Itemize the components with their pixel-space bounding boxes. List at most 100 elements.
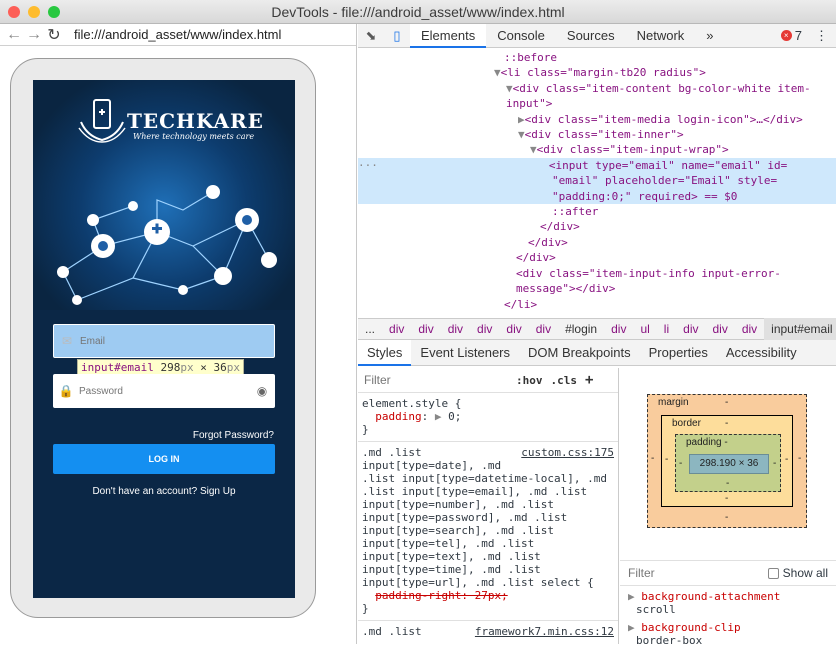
css-rule[interactable]: custom.css:175 .md .list input[type=date]… <box>358 442 618 621</box>
dom-node[interactable]: </div> <box>358 219 836 234</box>
padding-box[interactable]: padding - - - - 298.190 × 36 <box>675 434 781 492</box>
dom-node[interactable]: </div> <box>358 235 836 250</box>
error-icon: × <box>780 30 792 41</box>
dom-node[interactable]: message"></div> <box>358 281 836 296</box>
dom-node[interactable]: ▼<div class="item-inner"> <box>358 127 836 142</box>
close-window-button[interactable] <box>8 6 20 18</box>
css-rule[interactable]: framework7.min.css:12 .md .list <box>358 621 618 643</box>
zoom-window-button[interactable] <box>48 6 60 18</box>
breadcrumb-item[interactable]: div <box>470 322 499 336</box>
computed-filter-input[interactable]: Filter <box>628 566 655 580</box>
tab-sources[interactable]: Sources <box>556 24 626 48</box>
forgot-password-link[interactable]: Forgot Password? <box>193 430 274 441</box>
url-text[interactable]: file:///android_asset/www/index.html <box>74 27 281 42</box>
dom-node[interactable]: input"> <box>358 96 836 111</box>
kebab-menu-icon[interactable]: ⋮ <box>815 28 828 44</box>
box-model-pane: margin - - - - border - - - - padding - … <box>620 368 836 647</box>
login-button[interactable]: LOG IN <box>53 444 275 474</box>
overridden-prop[interactable]: padding-right: 27px; <box>375 589 507 602</box>
tab-event-listeners[interactable]: Event Listeners <box>411 340 519 366</box>
prop-name[interactable]: padding <box>375 410 421 423</box>
password-input[interactable] <box>79 385 249 397</box>
device-toolbar-icon[interactable]: ▯ <box>384 28 410 44</box>
eye-slash-icon[interactable]: ◉ <box>249 384 275 398</box>
dom-node[interactable]: ::after <box>358 204 836 219</box>
computed-prop[interactable]: ▶ background-clip border-box <box>620 619 836 650</box>
dom-node[interactable]: ::before <box>358 50 836 65</box>
border-right-value[interactable]: - <box>785 454 788 465</box>
dom-node[interactable]: </div> <box>358 250 836 265</box>
prop-value[interactable]: 0; <box>448 410 461 423</box>
breadcrumb-item[interactable]: div <box>411 322 440 336</box>
dom-node[interactable]: ▶<div class="item-media login-icon">…</d… <box>358 112 836 127</box>
tab-accessibility[interactable]: Accessibility <box>717 340 806 366</box>
hov-button[interactable]: :hov <box>512 374 547 387</box>
dom-node[interactable]: ▼<div class="item-content bg-color-white… <box>358 81 836 96</box>
breadcrumb-item[interactable]: ul <box>633 322 656 336</box>
computed-props-list: ▶ background-attachment scroll ▶ backgrou… <box>620 588 836 650</box>
error-counter[interactable]: × 7 ⋮ <box>780 28 836 44</box>
dom-node-selected[interactable]: ··· <input type="email" name="email" id= <box>358 157 836 174</box>
checkbox-icon[interactable] <box>767 567 779 579</box>
email-input[interactable] <box>80 335 250 347</box>
dom-node[interactable]: </li> <box>358 297 836 312</box>
padding-bottom-value[interactable]: - <box>726 478 729 489</box>
dom-node[interactable]: ▼<li class="margin-tb20 radius"> <box>358 65 836 80</box>
breadcrumb-item[interactable]: div <box>441 322 470 336</box>
dom-node-selected-cont[interactable]: "padding:0;" required> == $0 <box>358 188 836 205</box>
forward-arrow-icon[interactable]: → <box>24 26 44 44</box>
new-rule-button[interactable]: + <box>581 372 597 388</box>
breadcrumb-item[interactable]: div <box>705 322 734 336</box>
breadcrumb-item[interactable]: ... <box>358 322 382 336</box>
address-bar: ← → ↻ file:///android_asset/www/index.ht… <box>0 24 356 46</box>
dom-node[interactable]: <div class="item-input-info input-error- <box>358 266 836 281</box>
breadcrumb-item[interactable]: div <box>735 322 764 336</box>
margin-left-value[interactable]: - <box>651 453 654 464</box>
margin-top-value[interactable]: - <box>725 397 728 408</box>
breadcrumb-item[interactable]: div <box>529 322 558 336</box>
breadcrumb-item[interactable]: div <box>676 322 705 336</box>
tab-console[interactable]: Console <box>486 24 556 48</box>
show-all-toggle[interactable]: Show all <box>767 566 828 580</box>
padding-left-value[interactable]: - <box>679 458 682 469</box>
tooltip-times: × <box>193 361 214 374</box>
content-box[interactable]: 298.190 × 36 <box>689 454 769 474</box>
computed-prop[interactable]: ▶ background-attachment scroll <box>620 588 836 619</box>
tab-properties[interactable]: Properties <box>640 340 717 366</box>
rule-source-link[interactable]: framework7.min.css:12 <box>475 625 614 638</box>
tab-network[interactable]: Network <box>626 24 696 48</box>
border-box[interactable]: border - - - - padding - - - - 298.190 ×… <box>661 415 793 507</box>
border-bottom-value[interactable]: - <box>725 493 728 504</box>
breadcrumb-item[interactable]: div <box>382 322 411 336</box>
border-top-value[interactable]: - <box>725 418 728 429</box>
breadcrumb-item[interactable]: div <box>499 322 528 336</box>
inspect-element-icon[interactable]: ⬊ <box>358 28 384 44</box>
tab-elements[interactable]: Elements <box>410 23 487 48</box>
breadcrumb-item-current[interactable]: input#email <box>764 318 836 340</box>
dom-tree[interactable]: ::before ▼<li class="margin-tb20 radius"… <box>358 48 836 318</box>
more-tabs-button[interactable]: » <box>695 24 724 48</box>
margin-box[interactable]: margin - - - - border - - - - padding - … <box>647 394 807 528</box>
margin-bottom-value[interactable]: - <box>725 512 728 523</box>
dom-node-selected-cont[interactable]: "email" placeholder="Email" style= <box>358 173 836 189</box>
border-left-value[interactable]: - <box>665 454 668 465</box>
back-arrow-icon[interactable]: ← <box>4 26 24 44</box>
minimize-window-button[interactable] <box>28 6 40 18</box>
breadcrumb-item[interactable]: li <box>657 322 676 336</box>
padding-right-value[interactable]: - <box>773 458 776 469</box>
reload-icon[interactable]: ↻ <box>44 25 64 45</box>
cls-button[interactable]: .cls <box>547 374 582 387</box>
margin-right-value[interactable]: - <box>798 453 801 464</box>
breadcrumb-item[interactable]: div <box>604 322 633 336</box>
styles-filter-input[interactable] <box>364 373 512 387</box>
tab-dom-breakpoints[interactable]: DOM Breakpoints <box>519 340 640 366</box>
tab-styles[interactable]: Styles <box>358 339 412 366</box>
element-style-rule[interactable]: element.style { padding: ▶ 0; } <box>358 393 618 442</box>
email-field[interactable]: ✉ <box>53 324 275 358</box>
dom-node[interactable]: ▼<div class="item-input-wrap"> <box>358 142 836 157</box>
margin-label: margin <box>658 397 689 408</box>
password-field[interactable]: 🔒 ◉ <box>53 374 275 408</box>
breadcrumb-item[interactable]: #login <box>558 322 604 336</box>
rule-source-link[interactable]: custom.css:175 <box>521 446 614 459</box>
signup-link[interactable]: Don't have an account? Sign Up <box>33 486 295 497</box>
